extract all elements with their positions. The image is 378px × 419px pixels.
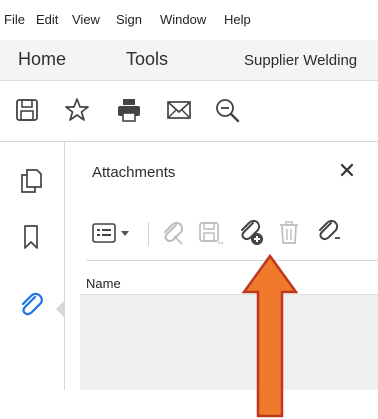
menu-file[interactable]: File [4,12,25,27]
name-column-label: Name [86,276,121,291]
attachments-list[interactable] [80,295,378,390]
quick-toolbar [0,81,378,142]
toolbar-separator [148,222,149,246]
panel-title: Attachments [92,164,176,181]
tab-document[interactable]: Supplier Welding [244,52,357,69]
save-icon[interactable] [10,93,44,127]
tab-bar: Home Tools Supplier Welding [0,40,378,81]
menu-help[interactable]: Help [224,12,251,27]
attachments-panel: Attachments ✕ Name [72,142,378,390]
menu-view[interactable]: View [72,12,100,27]
bookmark-star-icon[interactable] [60,93,94,127]
tab-home[interactable]: Home [18,49,66,70]
delete-icon[interactable] [274,218,304,248]
zoom-out-icon[interactable] [210,93,244,127]
print-icon[interactable] [112,93,146,127]
menu-window[interactable]: Window [160,12,206,27]
menu-edit[interactable]: Edit [36,12,58,27]
attachments-icon[interactable] [14,288,48,322]
email-icon[interactable] [162,93,196,127]
page-thumbnails-icon[interactable] [14,164,48,198]
annotation-arrow [241,253,299,418]
navigation-rail [0,142,65,390]
bookmarks-icon[interactable] [14,220,48,254]
options-menu-icon[interactable] [90,218,136,248]
close-icon[interactable]: ✕ [334,158,360,184]
active-indicator [56,300,65,318]
open-attachment-icon[interactable] [158,218,188,248]
name-column-header[interactable]: Name [80,270,378,295]
save-attachment-icon[interactable] [196,218,226,248]
add-file-icon[interactable] [236,218,266,248]
tab-tools[interactable]: Tools [126,49,168,70]
more-attachment-icon[interactable] [312,218,342,248]
menu-sign[interactable]: Sign [116,12,142,27]
attachments-toolbar [86,212,378,261]
menu-bar: File Edit View Sign Window Help [0,0,378,40]
